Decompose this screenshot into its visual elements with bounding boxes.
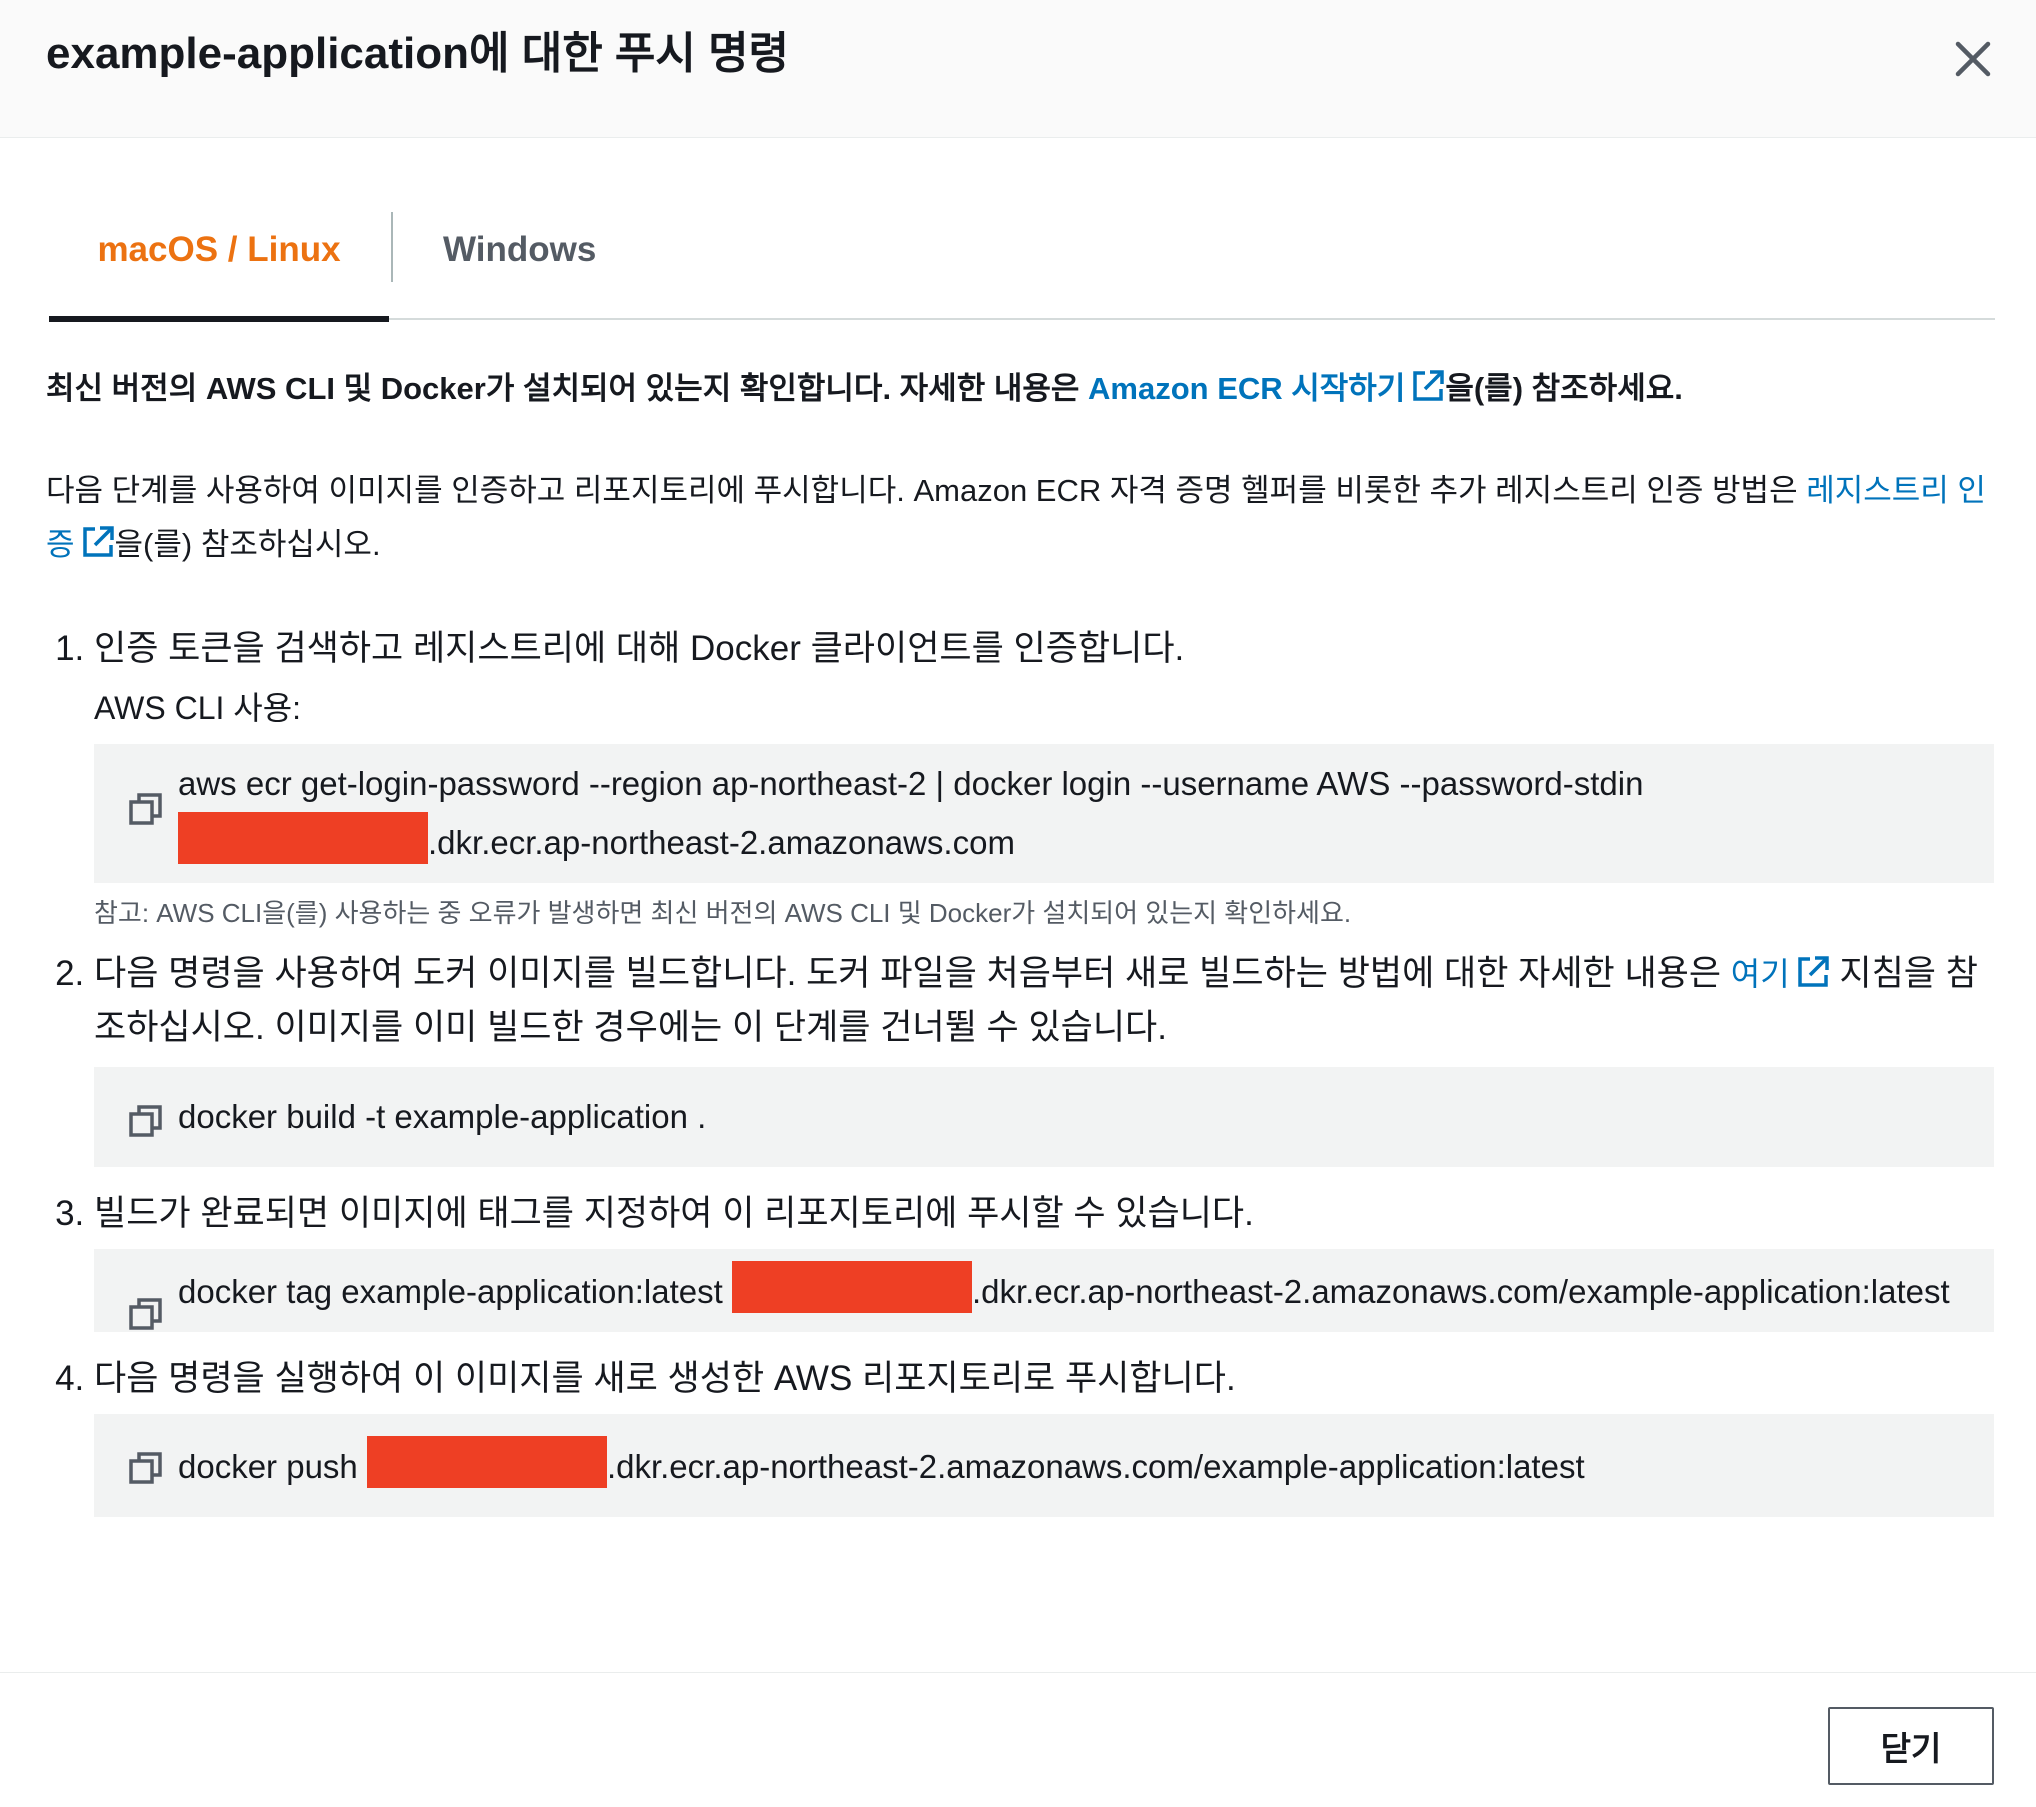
tag-command: docker tag example-application:latest .d… [178,1261,1954,1320]
code-block-build[interactable]: docker build -t example-application . [94,1067,1994,1167]
code-block-push[interactable]: docker push .dkr.ecr.ap-northeast-2.amaz… [94,1414,1994,1517]
login-command-line1: aws ecr get-login-password --region ap-n… [178,765,1644,802]
build-command: docker build -t example-application . [178,1098,707,1135]
step-3: 빌드가 완료되면 이미지에 태그를 지정하여 이 리포지토리에 푸시할 수 있습… [94,1187,1996,1332]
login-command-registry: .dkr.ecr.ap-northeast-2.amazonaws.com [428,824,1015,861]
step-2: 다음 명령을 사용하여 도커 이미지를 빌드합니다. 도커 파일을 처음부터 새… [94,947,1996,1167]
step-1-note: 참고: AWS CLI을(를) 사용하는 중 오류가 발생하면 최신 버전의 A… [94,898,1352,928]
external-link-icon [82,526,114,557]
modal-content: 최신 버전의 AWS CLI 및 Docker가 설치되어 있는지 확인합니다.… [46,360,1996,1517]
code-block-tag[interactable]: docker tag example-application:latest .d… [94,1249,1994,1332]
tab-divider [391,212,393,282]
step-1: 인증 토큰을 검색하고 레지스트리에 대해 Docker 클라이언트를 인증합니… [94,622,1996,933]
intro-paragraph: 다음 단계를 사용하여 이미지를 인증하고 리포지토리에 푸시합니다. Amaz… [46,464,1996,572]
close-button[interactable]: 닫기 [1828,1707,1994,1785]
intro-lead-suffix: 을(를) 참조하세요. [1445,371,1683,406]
redacted-account-id [178,812,428,864]
modal-title: example-application에 대한 푸시 명령 [46,29,790,78]
intro-lead: 최신 버전의 AWS CLI 및 Docker가 설치되어 있는지 확인합니다.… [46,360,1996,418]
tab-macos-linux[interactable]: macOS / Linux [49,196,389,322]
push-command: docker push .dkr.ecr.ap-northeast-2.amaz… [178,1436,1954,1495]
external-link-icon [1797,956,1829,987]
copy-icon[interactable] [128,788,164,825]
intro-para-prefix: 다음 단계를 사용하여 이미지를 인증하고 리포지토리에 푸시합니다. Amaz… [46,473,1807,508]
step-4-text: 다음 명령을 실행하여 이 이미지를 새로 생성한 AWS 리포지토리로 푸시합… [94,1359,1236,1398]
intro-para-suffix: 을(를) 참조하십시오. [114,527,381,562]
dockerfile-guide-link-text: 여기 [1730,956,1790,992]
os-tabs: macOS / Linux Windows [49,196,1995,322]
ecr-getting-started-link[interactable]: Amazon ECR 시작하기 [1088,370,1445,406]
tag-command-prefix: docker tag example-application:latest [178,1273,723,1310]
login-command-line2: .dkr.ecr.ap-northeast-2.amazonaws.com [178,812,1954,871]
steps-list: 인증 토큰을 검색하고 레지스트리에 대해 Docker 클라이언트를 인증합니… [46,622,1996,1517]
step-2-text: 다음 명령을 사용하여 도커 이미지를 빌드합니다. 도커 파일을 처음부터 새… [94,947,1996,1055]
external-link-icon [1413,370,1445,401]
close-icon[interactable] [1948,34,1998,84]
step-4: 다음 명령을 실행하여 이 이미지를 새로 생성한 AWS 리포지토리로 푸시합… [94,1352,1996,1517]
push-command-target: .dkr.ecr.ap-northeast-2.amazonaws.com/ex… [606,1448,1585,1485]
tag-command-target: .dkr.ecr.ap-northeast-2.amazonaws.com/ex… [971,1273,1950,1310]
modal-header: example-application에 대한 푸시 명령 [0,0,2036,138]
dockerfile-guide-link[interactable]: 여기 [1731,956,1830,992]
intro-lead-prefix: 최신 버전의 AWS CLI 및 Docker가 설치되어 있는지 확인합니다.… [46,371,1089,406]
step-1-subtitle: AWS CLI 사용: [94,690,302,726]
step-1-text: 인증 토큰을 검색하고 레지스트리에 대해 Docker 클라이언트를 인증합니… [94,629,1185,668]
ecr-getting-started-link-text: Amazon ECR 시작하기 [1088,371,1406,406]
push-command-prefix: docker push [178,1448,358,1485]
modal-footer: 닫기 [0,1672,2036,1807]
copy-icon[interactable] [128,1447,164,1484]
step-2-text-prefix: 다음 명령을 사용하여 도커 이미지를 빌드합니다. 도커 파일을 처음부터 새… [94,954,1731,993]
copy-icon[interactable] [128,1100,164,1137]
code-block-login[interactable]: aws ecr get-login-password --region ap-n… [94,744,1994,883]
redacted-account-id [731,1261,972,1313]
copy-icon[interactable] [128,1293,164,1330]
step-3-text: 빌드가 완료되면 이미지에 태그를 지정하여 이 리포지토리에 푸시할 수 있습… [94,1194,1254,1233]
redacted-account-id [366,1436,607,1488]
tab-windows[interactable]: Windows [443,196,596,318]
